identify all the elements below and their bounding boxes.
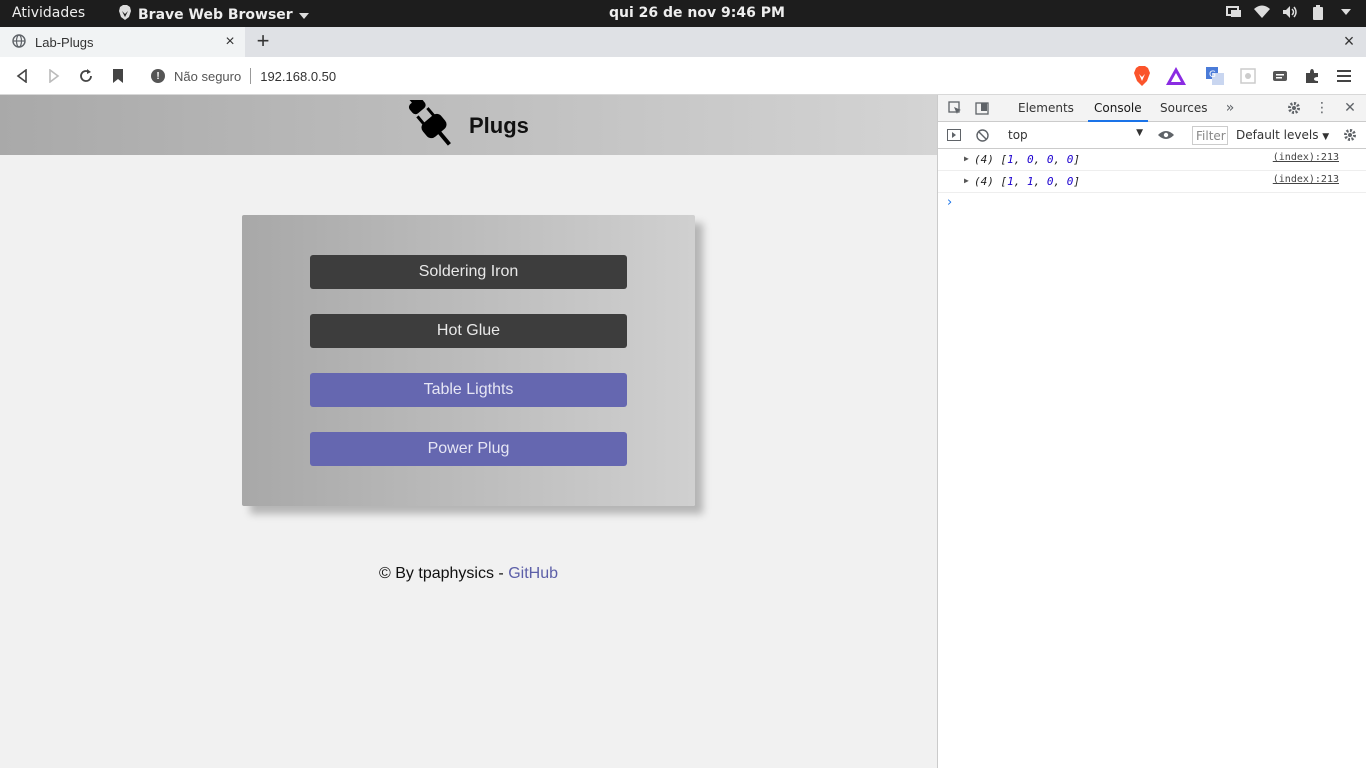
- live-expression-eye-icon[interactable]: [1158, 127, 1174, 143]
- extension-grid-icon[interactable]: [1237, 65, 1259, 87]
- expand-arrow-icon[interactable]: ▶: [964, 176, 969, 185]
- tab-title: Lab-Plugs: [35, 34, 94, 50]
- wifi-icon[interactable]: [1254, 4, 1270, 20]
- log-value: 0: [1066, 175, 1074, 188]
- log-count: (4): [974, 175, 994, 188]
- plug-logo-icon: [406, 94, 460, 157]
- tab-elements[interactable]: Elements: [1018, 101, 1074, 115]
- expand-arrow-icon[interactable]: ▶: [964, 154, 969, 163]
- brave-lion-icon: [118, 5, 132, 24]
- page-footer: © By tpaphysics - GitHub: [0, 565, 937, 583]
- tab-console[interactable]: Console: [1088, 101, 1148, 122]
- context-selector[interactable]: top ▼: [1008, 128, 1143, 142]
- plug-button-power-plug[interactable]: Power Plug: [310, 432, 627, 466]
- more-options-icon[interactable]: ⋮: [1314, 100, 1330, 116]
- page-viewport: Plugs Soldering Iron Hot Glue Table Ligt…: [0, 94, 937, 768]
- plug-button-hot-glue[interactable]: Hot Glue: [310, 314, 627, 348]
- clear-console-icon[interactable]: [974, 127, 990, 143]
- close-window-icon[interactable]: ×: [1340, 32, 1358, 50]
- page-title: Plugs: [469, 113, 529, 138]
- log-levels-label: Default levels: [1236, 128, 1319, 142]
- console-toolbar: top ▼ Filter Default levels ▼: [938, 122, 1366, 149]
- back-icon[interactable]: [11, 65, 33, 87]
- sidebar-toggle-icon[interactable]: [946, 127, 962, 143]
- plugs-panel: Soldering Iron Hot Glue Table Ligthts Po…: [242, 215, 695, 506]
- browser-menu-icon[interactable]: [1333, 65, 1355, 87]
- dropdown-caret-icon: ▼: [1136, 128, 1143, 138]
- svg-text:G: G: [1209, 70, 1216, 80]
- log-value: 1: [1007, 175, 1014, 188]
- more-tabs-icon[interactable]: »: [1222, 100, 1238, 116]
- console-log-row[interactable]: ▶ (4) [1, 1, 0, 0] (index):213: [938, 171, 1366, 193]
- media-icon[interactable]: [1269, 65, 1291, 87]
- plug-button-table-lights[interactable]: Table Ligthts: [310, 373, 627, 407]
- log-value: 1: [1007, 153, 1014, 166]
- volume-icon[interactable]: [1282, 4, 1298, 20]
- system-top-bar: Atividades Brave Web Browser qui 26 de n…: [0, 0, 1366, 27]
- display-icon[interactable]: [1226, 4, 1242, 20]
- log-value: 0: [1046, 153, 1054, 166]
- log-source-link[interactable]: (index):213: [1273, 174, 1339, 185]
- settings-gear-icon[interactable]: [1286, 100, 1302, 116]
- bookmark-icon[interactable]: [107, 65, 129, 87]
- extensions-puzzle-icon[interactable]: [1301, 65, 1323, 87]
- github-link[interactable]: GitHub: [508, 565, 558, 582]
- close-devtools-icon[interactable]: ✕: [1342, 100, 1358, 116]
- device-toolbar-icon[interactable]: [974, 100, 990, 116]
- log-value: 0: [1027, 153, 1034, 166]
- log-source-link[interactable]: (index):213: [1273, 152, 1339, 163]
- new-tab-button[interactable]: +: [252, 30, 274, 52]
- info-icon[interactable]: !: [151, 69, 165, 83]
- console-settings-icon[interactable]: [1342, 127, 1358, 143]
- log-value: 0: [1066, 153, 1074, 166]
- log-levels-dropdown[interactable]: Default levels ▼: [1236, 128, 1329, 142]
- translate-icon[interactable]: G: [1204, 65, 1226, 87]
- brave-rewards-icon[interactable]: [1165, 65, 1187, 87]
- tab-sources[interactable]: Sources: [1160, 101, 1207, 115]
- system-menu-chevron-icon[interactable]: [1338, 4, 1354, 20]
- console-prompt-caret-icon[interactable]: ›: [947, 195, 952, 210]
- log-value: 0: [1046, 175, 1054, 188]
- activities-button[interactable]: Atividades: [12, 5, 85, 21]
- battery-icon[interactable]: [1310, 4, 1326, 20]
- devtools-tab-bar: Elements Console Sources » ⋮ ✕: [938, 95, 1366, 122]
- globe-icon: [12, 33, 26, 51]
- inspect-element-icon[interactable]: [947, 100, 963, 116]
- log-message: (4) [1, 0, 0, 0]: [974, 153, 1080, 166]
- system-tray[interactable]: [1226, 4, 1354, 20]
- separator: [250, 68, 252, 84]
- log-value: 1: [1027, 175, 1034, 188]
- footer-credit: © By tpaphysics -: [379, 565, 509, 582]
- log-message: (4) [1, 1, 0, 0]: [974, 175, 1080, 188]
- log-count: (4): [974, 153, 994, 166]
- browser-toolbar: ! Não seguro 192.168.0.50 G: [0, 57, 1366, 95]
- devtools-panel: Elements Console Sources » ⋮ ✕ top ▼ Fil…: [937, 95, 1366, 768]
- clock[interactable]: qui 26 de nov 9:46 PM: [609, 5, 785, 21]
- tab-lab-plugs[interactable]: Lab-Plugs ×: [0, 27, 245, 57]
- app-menu[interactable]: Brave Web Browser: [118, 5, 309, 24]
- reload-icon[interactable]: [75, 65, 97, 87]
- console-filter-input[interactable]: Filter: [1192, 126, 1228, 145]
- app-name: Brave Web Browser: [138, 6, 293, 23]
- url-text[interactable]: 192.168.0.50: [260, 69, 336, 84]
- forward-icon[interactable]: [43, 65, 65, 87]
- plug-button-soldering-iron[interactable]: Soldering Iron: [310, 255, 627, 289]
- context-value: top: [1008, 128, 1028, 142]
- console-log-row[interactable]: ▶ (4) [1, 0, 0, 0] (index):213: [938, 149, 1366, 171]
- chevron-down-icon: [298, 7, 309, 23]
- address-bar[interactable]: ! Não seguro 192.168.0.50: [142, 62, 1122, 90]
- security-label[interactable]: Não seguro: [174, 69, 241, 84]
- page-header: Plugs: [0, 94, 937, 157]
- close-tab-icon[interactable]: ×: [221, 33, 239, 51]
- levels-caret-icon: ▼: [1322, 132, 1330, 142]
- tab-strip: Lab-Plugs × + ×: [0, 27, 1366, 57]
- brave-shields-icon[interactable]: [1131, 65, 1153, 87]
